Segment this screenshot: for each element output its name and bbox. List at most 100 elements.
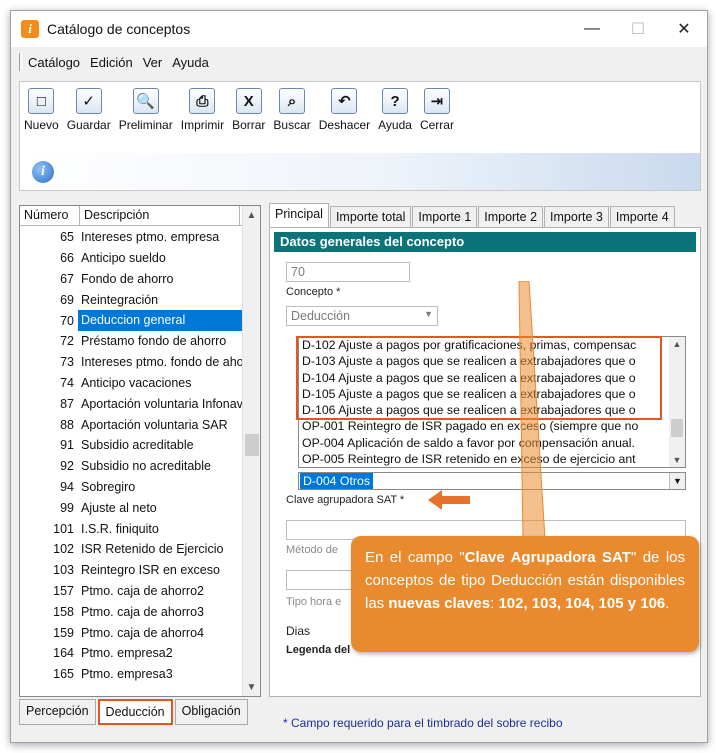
list-item[interactable]: 66 Anticipo sueldo — [20, 248, 242, 269]
list-item[interactable]: 157 Ptmo. caja de ahorro2 — [20, 581, 242, 602]
sat-code-item[interactable]: D-102 Ajuste a pagos por gratificaciones… — [299, 337, 685, 353]
scroll-up-icon[interactable]: ▲ — [243, 206, 260, 224]
tab-importe-2[interactable]: Importe 2 — [478, 206, 544, 227]
scroll-up-icon[interactable]: ▲ — [669, 339, 685, 349]
concept-description: Aportación voluntaria Infonavit — [81, 396, 242, 411]
sat-code-item[interactable]: D-106 Ajuste a pagos que se realicen a e… — [299, 402, 685, 418]
scroll-thumb[interactable] — [245, 434, 259, 456]
guardar-icon: ✓ — [75, 88, 102, 114]
chevron-down-icon[interactable]: ▼ — [669, 473, 685, 489]
scroll-down-icon[interactable]: ▼ — [669, 455, 685, 465]
list-item[interactable]: 69 Reintegración — [20, 289, 242, 310]
tab-deduccion[interactable]: Deducción — [97, 699, 173, 725]
tab-obligacion[interactable]: Obligación — [174, 699, 248, 725]
list-item[interactable]: 73 Intereses ptmo. fondo de ahorro — [20, 352, 242, 373]
cerrar-button[interactable]: ⇥ Cerrar — [420, 88, 454, 132]
sat-code-list[interactable]: D-102 Ajuste a pagos por gratificaciones… — [298, 336, 686, 468]
deshacer-button[interactable]: ↶ Deshacer — [319, 88, 370, 132]
tab-importe-4[interactable]: Importe 4 — [609, 206, 675, 227]
title-bar: i Catálogo de conceptos — ☐ ✕ — [11, 11, 707, 47]
leyenda-label: Legenda del — [286, 644, 351, 656]
imprimir-button[interactable]: ⎙ Imprimir — [181, 88, 224, 132]
menu-edicion[interactable]: Edición — [90, 55, 133, 70]
column-header-descripcion[interactable]: Descripción — [80, 206, 240, 225]
guardar-label: Guardar — [66, 118, 111, 132]
cerrar-label: Cerrar — [419, 118, 454, 132]
ayuda-button[interactable]: ? Ayuda — [378, 88, 412, 132]
nuevo-button[interactable]: □ Nuevo — [24, 88, 59, 132]
list-item[interactable]: 70 Deduccion general — [20, 310, 242, 331]
sat-code-item[interactable]: D-104 Ajuste a pagos que se realicen a e… — [299, 370, 685, 386]
list-rows: 65 Intereses ptmo. empresa 66 Anticipo suel… — [20, 227, 242, 685]
tipo-select[interactable]: Deducción ▼ — [286, 306, 438, 326]
list-item[interactable]: 165 Ptmo. empresa3 — [20, 664, 242, 685]
scroll-thumb[interactable] — [671, 419, 683, 437]
code-list-scrollbar[interactable]: ▲ ▼ — [669, 337, 685, 467]
concept-number: 88 — [60, 417, 74, 432]
callout-text-1: En el campo " — [365, 549, 465, 566]
callout-note: En el campo "Clave Agrupadora SAT" de lo… — [351, 536, 699, 652]
list-item[interactable]: 101 I.S.R. finiquito — [20, 518, 242, 539]
tab-importe-3[interactable]: Importe 3 — [544, 206, 609, 227]
list-item[interactable]: 103 Reintegro ISR en exceso — [20, 560, 242, 581]
ayuda-label: Ayuda — [378, 118, 412, 132]
sat-code-item[interactable]: OP-005 Reintegro de ISR retenido en exce… — [299, 451, 685, 467]
list-item[interactable]: 164 Ptmo. empresa2 — [20, 643, 242, 664]
concept-number: 165 — [53, 667, 74, 682]
list-item[interactable]: 159 Ptmo. caja de ahorro4 — [20, 622, 242, 643]
buscar-button[interactable]: ⌕ Buscar — [273, 88, 311, 132]
borrar-button[interactable]: X Borrar — [232, 88, 265, 132]
list-item[interactable]: 102 ISR Retenido de Ejercicio — [20, 539, 242, 560]
list-item[interactable]: 158 Ptmo. caja de ahorro3 — [20, 601, 242, 622]
preliminar-icon: 🔍 — [132, 88, 159, 114]
list-item[interactable]: 88 Aportación voluntaria SAR — [20, 414, 242, 435]
callout-text-4: . — [665, 595, 670, 612]
concept-description: Ptmo. empresa3 — [81, 667, 173, 682]
preliminar-button[interactable]: 🔍 Preliminar — [119, 88, 173, 132]
callout-bold-2: nuevas claves — [388, 595, 491, 612]
toolbar: □ Nuevo ✓ Guardar 🔍 Preliminar ⎙ Imprimir X Borra… — [19, 81, 701, 157]
section-title: Datos generales del concepto — [274, 232, 696, 252]
borrar-icon: X — [235, 88, 262, 114]
list-item[interactable]: 94 Sobregiro — [20, 477, 242, 498]
ayuda-icon: ? — [382, 88, 409, 114]
close-button[interactable]: ✕ — [661, 11, 707, 47]
scroll-down-icon[interactable]: ▼ — [243, 678, 260, 696]
list-item[interactable]: 67 Fondo de ahorro — [20, 269, 242, 290]
sat-code-combo[interactable]: D-004 Otros ▼ — [298, 472, 686, 490]
metodo-label: Método de — [286, 544, 338, 556]
tab-principal[interactable]: Principal — [269, 203, 329, 227]
list-item[interactable]: 91 Subsidio acreditable — [20, 435, 242, 456]
menu-catalogo[interactable]: Catálogo — [28, 55, 80, 70]
list-scrollbar[interactable]: ▲ ▼ — [242, 206, 260, 696]
concept-description: Deduccion general — [78, 310, 242, 331]
concept-description: Intereses ptmo. fondo de ahorro — [81, 355, 242, 370]
list-item[interactable]: 74 Anticipo vacaciones — [20, 373, 242, 394]
deshacer-icon: ↶ — [331, 88, 358, 114]
menu-ayuda[interactable]: Ayuda — [172, 55, 209, 70]
menu-ver[interactable]: Ver — [143, 55, 163, 70]
concepto-number-field[interactable]: 70 — [286, 262, 410, 282]
list-item[interactable]: 92 Subsidio no acreditable — [20, 456, 242, 477]
sat-code-item[interactable]: OP-001 Reintegro de ISR pagado en exceso… — [299, 418, 685, 434]
maximize-button[interactable]: ☐ — [615, 11, 661, 47]
callout-pointer — [518, 281, 546, 539]
tab-importe-total[interactable]: Importe total — [329, 206, 412, 227]
nuevo-label: Nuevo — [24, 118, 59, 132]
column-header-numero[interactable]: Número — [20, 206, 80, 225]
minimize-button[interactable]: — — [569, 11, 615, 47]
list-item[interactable]: 99 Ajuste al neto — [20, 497, 242, 518]
guardar-button[interactable]: ✓ Guardar — [67, 88, 111, 132]
concept-description: Ajuste al neto — [81, 500, 157, 515]
tab-importe-1[interactable]: Importe 1 — [412, 206, 478, 227]
list-item[interactable]: 72 Préstamo fondo de ahorro — [20, 331, 242, 352]
sat-code-item[interactable]: OP-004 Aplicación de saldo a favor por c… — [299, 435, 685, 451]
tab-percepcion[interactable]: Percepción — [19, 699, 96, 725]
list-item[interactable]: 65 Intereses ptmo. empresa — [20, 227, 242, 248]
sat-code-item[interactable]: D-105 Ajuste a pagos que se realicen a e… — [299, 386, 685, 402]
info-icon[interactable]: i — [32, 161, 54, 183]
imprimir-label: Imprimir — [180, 118, 225, 132]
detail-tabs: Principal Importe total Importe 1 Import… — [269, 203, 701, 227]
list-item[interactable]: 87 Aportación voluntaria Infonavit — [20, 393, 242, 414]
sat-code-item[interactable]: D-103 Ajuste a pagos que se realicen a e… — [299, 353, 685, 369]
